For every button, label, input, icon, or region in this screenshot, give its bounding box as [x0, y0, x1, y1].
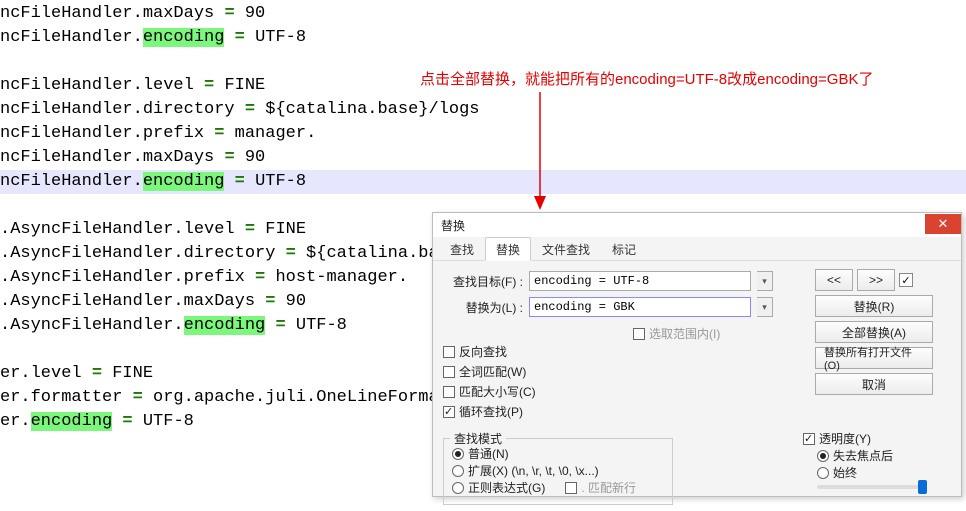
close-button[interactable]: ✕: [925, 214, 961, 234]
matchcase-checkbox[interactable]: [443, 386, 455, 398]
search-mode-group: 查找模式 普通(N) 扩展(X) (\n, \r, \t, \0, \x...)…: [443, 438, 673, 505]
replace-all-open-button[interactable]: 替换所有打开文件(O): [815, 347, 933, 369]
find-next-button[interactable]: >>: [857, 269, 895, 291]
annotation-text: 点击全部替换，就能把所有的encoding=UTF-8改成encoding=GB…: [420, 68, 873, 89]
mode-extended-label: 扩展(X) (\n, \r, \t, \0, \x...): [468, 462, 599, 479]
replace-button[interactable]: 替换(R): [815, 295, 933, 317]
find-dropdown-icon[interactable]: ▾: [757, 271, 773, 291]
tab-mark[interactable]: 标记: [601, 237, 647, 260]
replace-dropdown-icon[interactable]: ▾: [757, 297, 773, 317]
dialog-body: 查找目标(F) : ▾ 替换为(L) : ▾ 选取范围内(I) << >> 替换…: [433, 261, 961, 511]
mode-extended-radio[interactable]: [452, 465, 464, 477]
mode-regex-label: 正则表达式(G): [468, 479, 545, 496]
replace-label: 替换为(L) :: [443, 299, 523, 316]
close-icon: ✕: [938, 216, 949, 232]
dialog-tabs: 查找 替换 文件查找 标记: [433, 237, 961, 261]
wrap-checkbox[interactable]: [443, 406, 455, 418]
tab-replace[interactable]: 替换: [485, 237, 531, 261]
button-column: << >> 替换(R) 全部替换(A) 替换所有打开文件(O) 取消: [815, 269, 951, 395]
match-newline-label: . 匹配新行: [581, 479, 636, 496]
trans-always-label: 始终: [833, 464, 857, 481]
find-label: 查找目标(F) :: [443, 273, 523, 290]
match-newline-checkbox: [565, 482, 577, 494]
code-line[interactable]: ncFileHandler.maxDays = 90: [0, 2, 966, 26]
search-mode-title: 查找模式: [450, 430, 506, 447]
mode-normal-label: 普通(N): [468, 445, 509, 462]
code-line[interactable]: ncFileHandler.prefix = manager.: [0, 122, 966, 146]
tab-find[interactable]: 查找: [439, 237, 485, 260]
trans-lose-focus-label: 失去焦点后: [833, 447, 893, 464]
code-line[interactable]: ncFileHandler.maxDays = 90: [0, 146, 966, 170]
trans-lose-focus-radio[interactable]: [817, 450, 829, 462]
code-line[interactable]: ncFileHandler.encoding = UTF-8: [0, 170, 966, 194]
in-selection-checkbox: [633, 328, 645, 340]
backward-label: 反向查找: [459, 343, 507, 360]
cancel-button[interactable]: 取消: [815, 373, 933, 395]
dialog-titlebar[interactable]: 替换 ✕: [433, 213, 961, 237]
replace-dialog: 替换 ✕ 查找 替换 文件查找 标记 查找目标(F) : ▾ 替换为(L) : …: [432, 212, 962, 497]
find-prev-button[interactable]: <<: [815, 269, 853, 291]
transparency-checkbox[interactable]: [803, 433, 815, 445]
find-input[interactable]: [529, 271, 751, 291]
slider-thumb[interactable]: [918, 480, 927, 494]
wholeword-label: 全词匹配(W): [459, 363, 526, 380]
mode-normal-radio[interactable]: [452, 448, 464, 460]
code-line[interactable]: ncFileHandler.encoding = UTF-8: [0, 26, 966, 50]
tab-find-in-files[interactable]: 文件查找: [531, 237, 601, 260]
trans-always-radio[interactable]: [817, 467, 829, 479]
replace-all-button[interactable]: 全部替换(A): [815, 321, 933, 343]
code-line[interactable]: ncFileHandler.directory = ${catalina.bas…: [0, 98, 966, 122]
dialog-title: 替换: [441, 217, 465, 234]
wrap-label: 循环查找(P): [459, 403, 523, 420]
in-selection-label: 选取范围内(I): [649, 325, 720, 342]
replace-input[interactable]: [529, 297, 751, 317]
arrow-icon: [530, 92, 550, 212]
wholeword-checkbox[interactable]: [443, 366, 455, 378]
highlight-toggle[interactable]: [899, 273, 913, 287]
matchcase-label: 匹配大小写(C): [459, 383, 536, 400]
transparency-slider[interactable]: [817, 485, 927, 489]
mode-regex-radio[interactable]: [452, 482, 464, 494]
transparency-title: 透明度(Y): [819, 430, 871, 447]
backward-checkbox[interactable]: [443, 346, 455, 358]
